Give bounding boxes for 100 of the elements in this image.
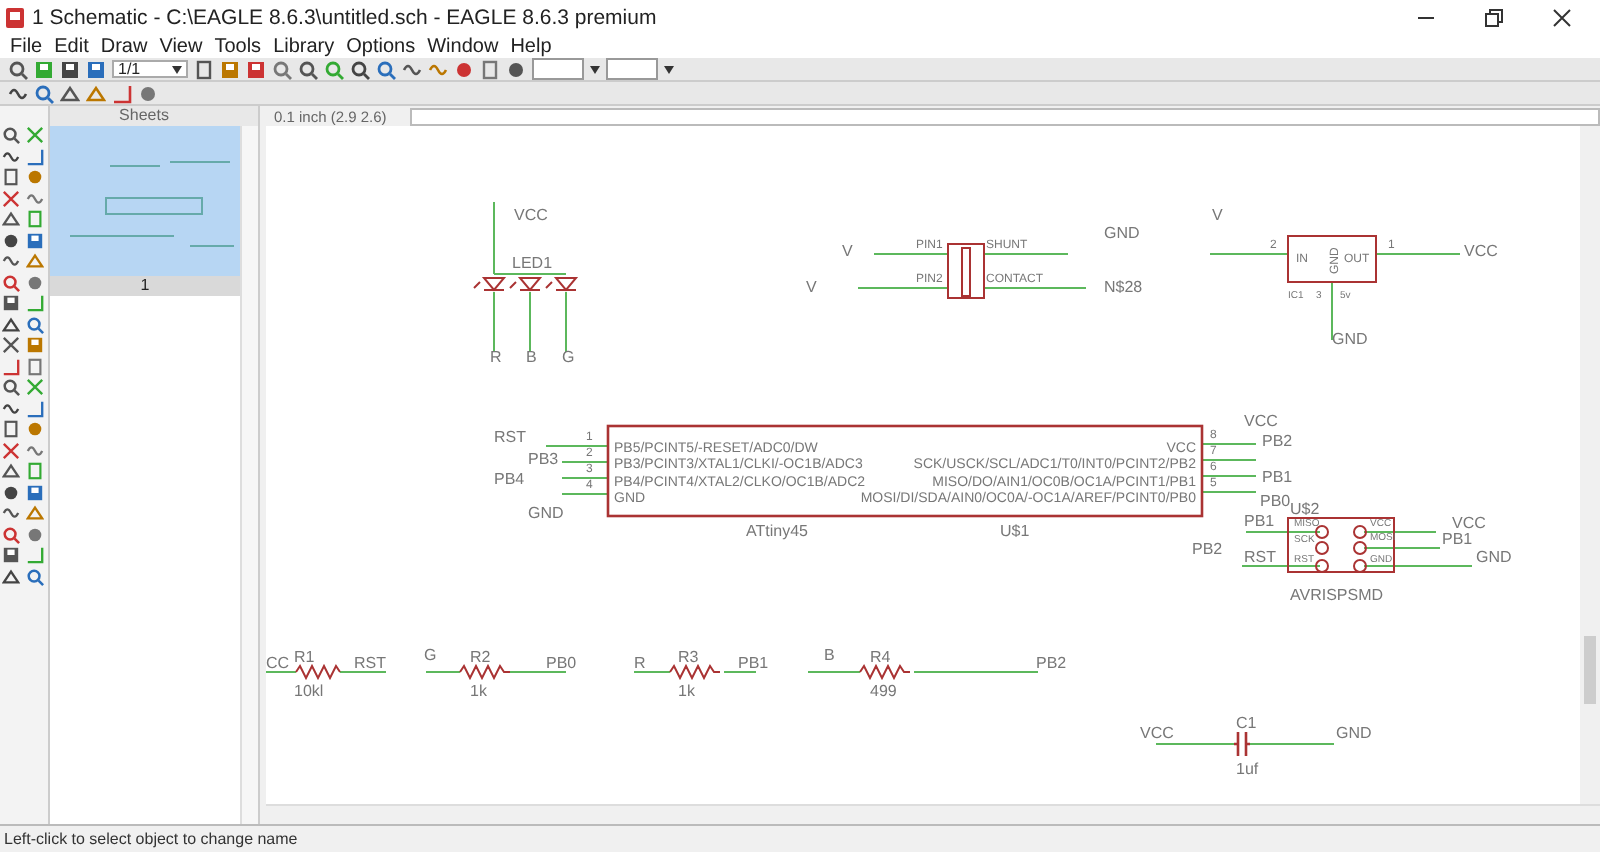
menu-item[interactable]: Options (340, 35, 422, 57)
scrollbar[interactable] (240, 126, 258, 824)
caret-icon[interactable] (172, 65, 182, 73)
net-label: PB4 (494, 470, 525, 488)
cross-icon[interactable] (2, 336, 20, 354)
dot-icon[interactable] (26, 525, 44, 543)
wire (545, 445, 609, 447)
wave-icon[interactable] (26, 189, 44, 207)
restore-icon[interactable] (1484, 7, 1504, 27)
net-label: RST (1244, 548, 1276, 566)
wave-icon[interactable] (26, 441, 44, 459)
resistor-symbol[interactable] (459, 663, 511, 681)
wire (1363, 547, 1441, 549)
net-label: 1uf (1236, 760, 1259, 778)
command-field[interactable] (410, 107, 1600, 125)
menu-item[interactable]: Draw (94, 35, 154, 57)
wire (873, 253, 949, 255)
triangle-icon[interactable] (2, 315, 20, 333)
zoom-icon[interactable] (2, 378, 20, 396)
wave-icon[interactable] (2, 504, 20, 522)
dot-icon[interactable] (2, 231, 20, 249)
caret-icon[interactable] (664, 65, 674, 73)
sheet-dropdown[interactable]: 1/1 (112, 60, 188, 78)
zoom-icon[interactable] (376, 59, 396, 79)
sheet-thumbnail[interactable] (50, 126, 240, 276)
net-label: ATtiny45 (746, 522, 808, 540)
capacitor-symbol[interactable] (1232, 730, 1252, 758)
caret-icon[interactable] (590, 65, 600, 73)
led-symbol[interactable] (473, 277, 579, 291)
cross-icon[interactable] (2, 441, 20, 459)
triangle-icon[interactable] (2, 567, 20, 585)
resistor-symbol[interactable] (859, 663, 911, 681)
cross-icon[interactable] (2, 189, 20, 207)
net-label: PB1 (1262, 468, 1293, 486)
wire (807, 671, 861, 673)
zoom-icon[interactable] (2, 525, 20, 543)
regulator-outline[interactable] (1287, 235, 1377, 283)
dot-icon[interactable] (2, 483, 20, 501)
page-icon[interactable] (480, 59, 500, 79)
wave-icon[interactable] (2, 147, 20, 165)
zoom-icon[interactable] (34, 83, 54, 103)
switch-symbol[interactable] (947, 243, 985, 299)
dot-icon[interactable] (26, 273, 44, 291)
sheet-label[interactable]: 1 (50, 276, 240, 296)
resistor-symbol[interactable] (669, 663, 721, 681)
menu-item[interactable]: View (153, 35, 209, 57)
net-label: VCC (1464, 242, 1498, 260)
wire (561, 461, 609, 463)
dot-icon[interactable] (454, 59, 474, 79)
menu-item[interactable]: Tools (208, 35, 268, 57)
dot-icon[interactable] (506, 59, 526, 79)
scrollbar-thumb[interactable] (1584, 636, 1596, 704)
zoom-icon[interactable] (26, 567, 44, 585)
page-icon[interactable] (26, 357, 44, 375)
net-label: PB2 (1036, 654, 1067, 672)
menu-item[interactable]: Library (267, 35, 341, 57)
menu-item[interactable]: Help (504, 35, 558, 57)
close-icon[interactable] (1552, 7, 1572, 27)
wave-icon[interactable] (2, 399, 20, 417)
zoom-icon[interactable] (8, 59, 28, 79)
net-label: LED1 (512, 254, 553, 272)
wave-icon[interactable] (2, 252, 20, 270)
wire (1201, 475, 1257, 477)
zoom-icon[interactable] (272, 59, 292, 79)
net-label: PB1 (1442, 530, 1473, 548)
triangle-icon[interactable] (2, 210, 20, 228)
zoom-icon[interactable] (2, 126, 20, 144)
net-label: AVRISPSMD (1290, 586, 1384, 604)
net-label: R2 (470, 648, 491, 666)
corner-icon[interactable] (112, 83, 132, 103)
wire (1249, 743, 1335, 745)
header-symbol[interactable] (1287, 517, 1395, 573)
chip-outline[interactable] (606, 424, 1204, 518)
dot-icon[interactable] (26, 420, 44, 438)
wire (1331, 281, 1333, 341)
zoom-icon[interactable] (298, 59, 318, 79)
dot-icon[interactable] (26, 168, 44, 186)
page-icon[interactable] (194, 59, 214, 79)
zoom-icon[interactable] (350, 59, 370, 79)
zoom-icon[interactable] (26, 315, 44, 333)
window-title: 1 Schematic - C:\EAGLE 8.6.3\untitled.sch - EAGLE 8.6.3 premium (32, 5, 659, 29)
wave-icon[interactable] (8, 83, 28, 103)
net-label: G (562, 348, 575, 366)
wire (561, 477, 609, 479)
corner-icon[interactable] (26, 399, 44, 417)
menu-item[interactable]: Window (421, 35, 505, 57)
corner-icon[interactable] (26, 147, 44, 165)
wire (565, 291, 567, 353)
dot-icon[interactable] (138, 83, 158, 103)
page-icon[interactable] (2, 420, 20, 438)
corner-icon[interactable] (26, 546, 44, 564)
corner-icon[interactable] (2, 357, 20, 375)
net-label: V (806, 278, 817, 296)
corner-icon[interactable] (26, 294, 44, 312)
resistor-symbol[interactable] (295, 663, 341, 681)
triangle-icon[interactable] (2, 462, 20, 480)
menu-item[interactable]: File (4, 35, 49, 57)
page-icon[interactable] (2, 168, 20, 186)
zoom-icon[interactable] (2, 273, 20, 291)
menu-item[interactable]: Edit (48, 35, 95, 57)
